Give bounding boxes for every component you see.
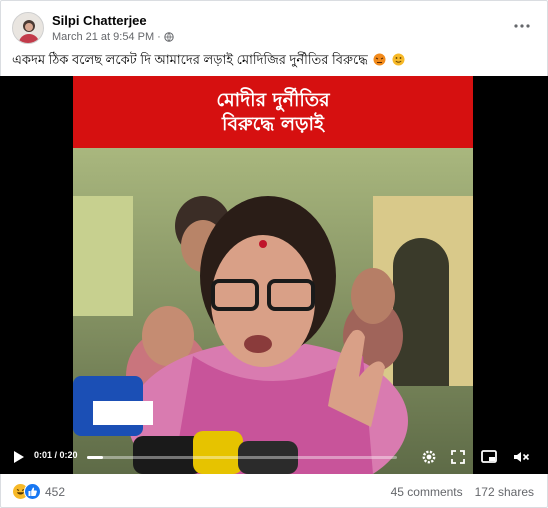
banner-line-1: মোদীর দুর্নীতির bbox=[216, 89, 330, 111]
mute-volume-icon[interactable] bbox=[512, 448, 530, 466]
post-caption: একদম ঠিক বলেছ লকেট দি আমাদের লড়াই মোদিজ… bbox=[12, 51, 536, 72]
video-time: 0:01 / 0:20 bbox=[34, 450, 78, 460]
video-progress-bar[interactable] bbox=[87, 456, 397, 459]
caption-text: একদম ঠিক বলেছ লকেট দি আমাদের লড়াই মোদিজ… bbox=[12, 52, 368, 67]
video-controls: 0:01 / 0:20 bbox=[0, 440, 548, 474]
video-progress-fill bbox=[87, 456, 103, 459]
comments-count-link[interactable]: 45 comments bbox=[391, 485, 463, 499]
fullscreen-icon[interactable] bbox=[449, 448, 467, 466]
like-reaction-icon bbox=[24, 483, 41, 500]
reaction-count: 452 bbox=[45, 484, 66, 499]
post-footer: 452 45 comments 172 shares bbox=[12, 481, 536, 503]
post-meta: March 21 at 9:54 PM · bbox=[52, 31, 174, 43]
play-icon[interactable] bbox=[10, 449, 26, 465]
picture-in-picture-icon[interactable] bbox=[480, 448, 498, 466]
globe-icon bbox=[164, 32, 174, 42]
more-options-icon[interactable] bbox=[512, 18, 532, 34]
settings-gear-icon[interactable] bbox=[420, 448, 438, 466]
smiling-face-icon bbox=[392, 53, 405, 66]
post-timestamp[interactable]: March 21 at 9:54 PM bbox=[52, 31, 154, 43]
meta-separator: · bbox=[157, 31, 161, 43]
author-name[interactable]: Silpi Chatterjee bbox=[52, 13, 147, 28]
engagement-stats: 45 comments 172 shares bbox=[391, 485, 534, 499]
banner-line-2: বিরুদ্ধে লড়াই bbox=[222, 113, 324, 135]
video-player[interactable]: মোদীর দুর্নীতির বিরুদ্ধে লড়াই 0:01 / 0:… bbox=[0, 76, 548, 474]
avatar[interactable] bbox=[12, 12, 44, 44]
post-header: Silpi Chatterjee March 21 at 9:54 PM · bbox=[12, 10, 536, 44]
shares-count-link[interactable]: 172 shares bbox=[475, 485, 534, 499]
reactions-summary[interactable]: 452 bbox=[12, 483, 65, 500]
video-frame[interactable]: মোদীর দুর্নীতির বিরুদ্ধে লড়াই bbox=[73, 76, 473, 474]
angry-face-icon bbox=[373, 53, 386, 66]
video-title-banner: মোদীর দুর্নীতির বিরুদ্ধে লড়াই bbox=[73, 76, 473, 148]
